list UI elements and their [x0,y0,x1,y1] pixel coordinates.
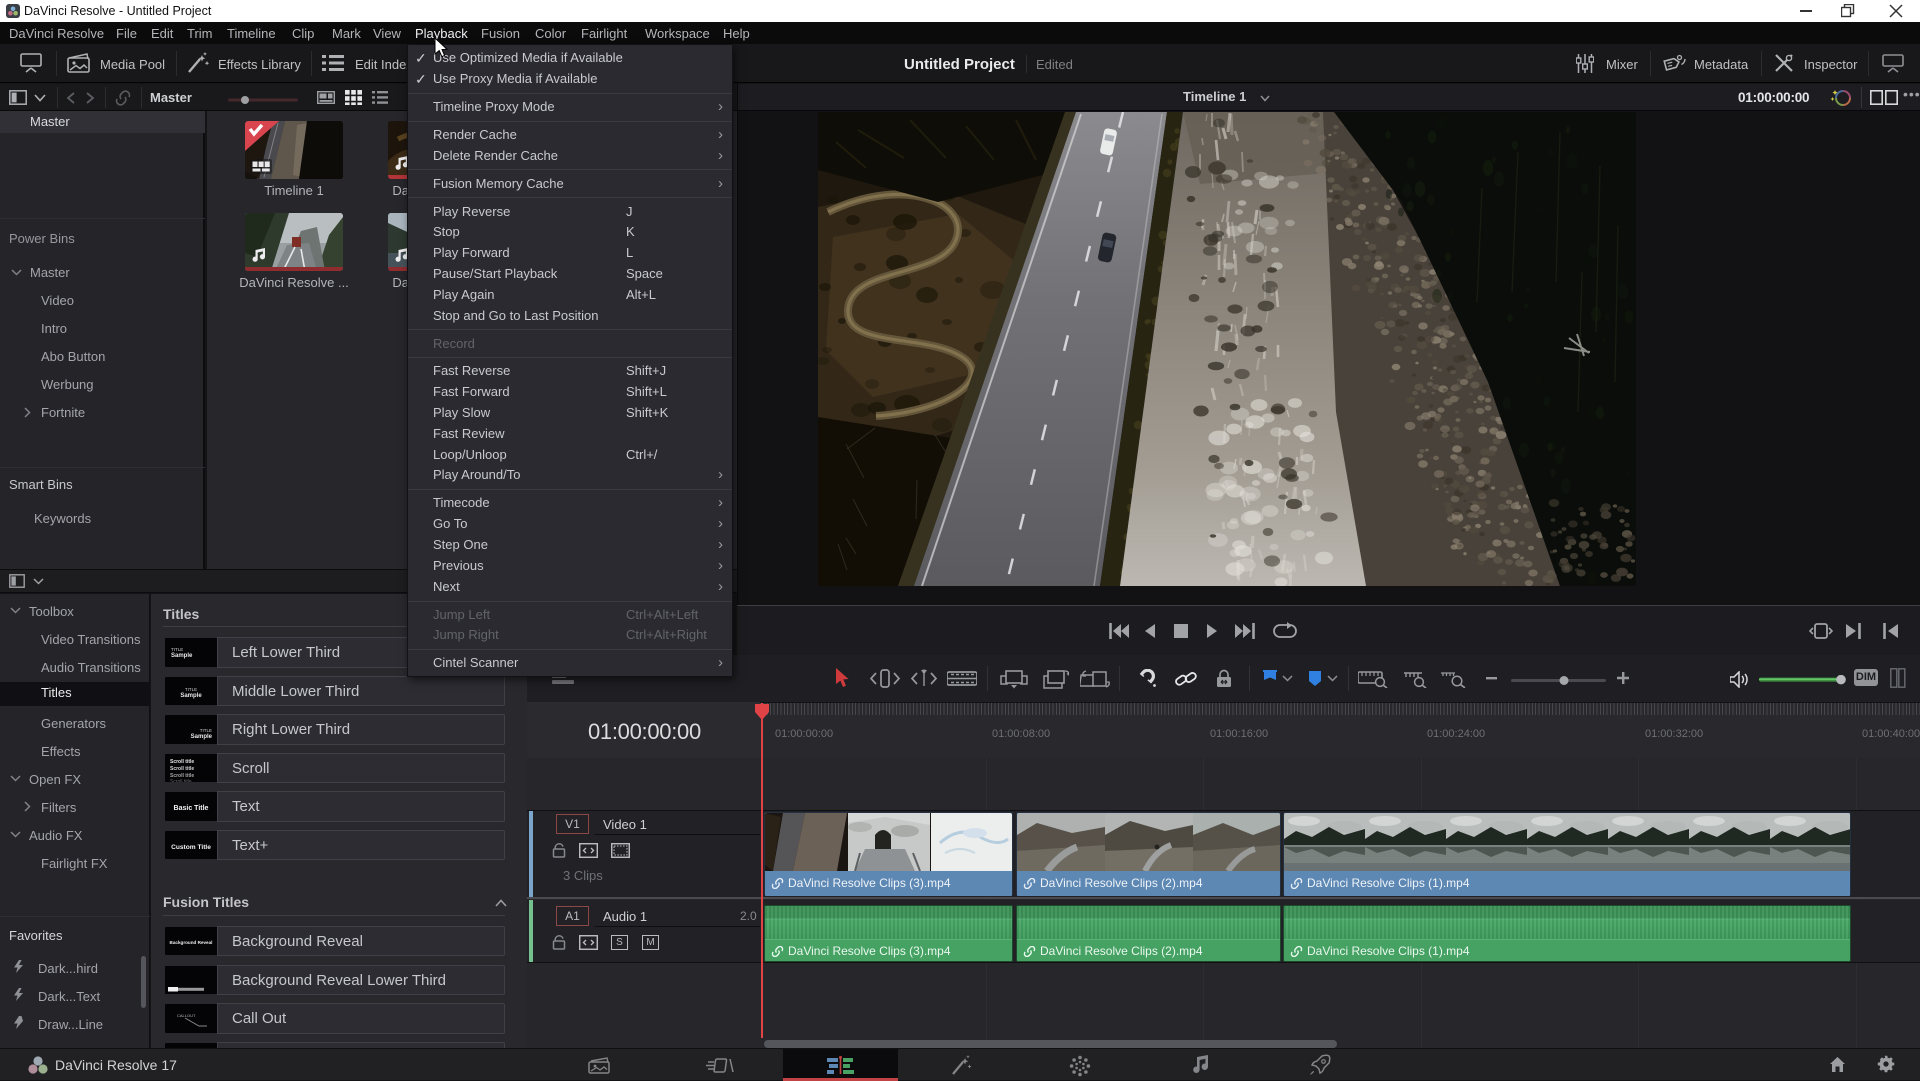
svg-text:Scroll title: Scroll title [170,766,194,772]
svg-text:Custom Title: Custom Title [171,844,211,851]
svg-text:Sample: Sample [180,693,202,699]
svg-text:Sample: Sample [171,653,193,659]
svg-text:TITLE: TITLE [171,647,183,652]
svg-text:TITLE: TITLE [185,687,197,692]
svg-text:Background Reveal: Background Reveal [170,940,213,945]
svg-text:CALLOUT: CALLOUT [177,1013,196,1018]
svg-text:Sample: Sample [191,734,213,740]
svg-text:TITLE: TITLE [200,728,212,733]
svg-text:Scroll title: Scroll title [170,779,192,784]
svg-text:Scroll title: Scroll title [170,759,194,765]
svg-text:Basic Title: Basic Title [174,805,209,812]
